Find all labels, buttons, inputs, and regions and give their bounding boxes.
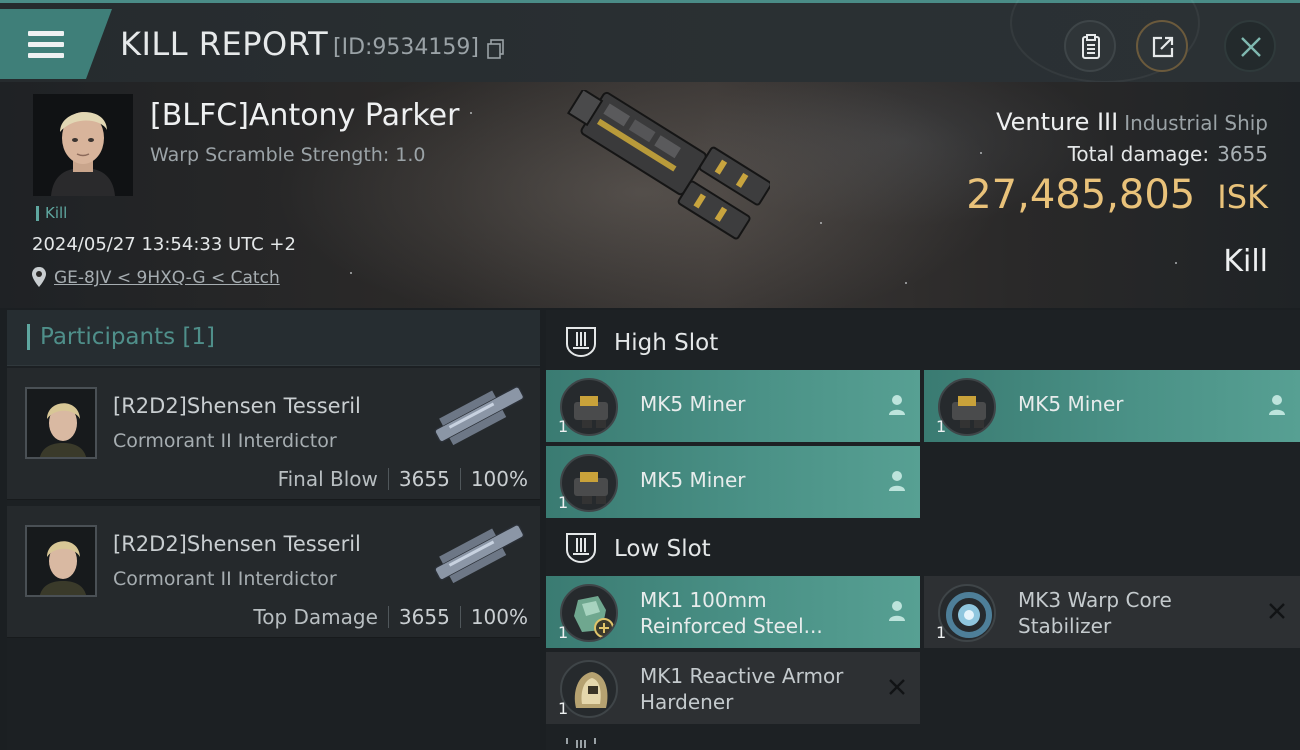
page-title: KILL REPORT bbox=[120, 25, 329, 63]
armor-plate-module-icon bbox=[560, 584, 618, 642]
pilot-icon bbox=[889, 601, 905, 621]
destroyed-x-icon bbox=[889, 679, 905, 695]
victim-ship-render bbox=[566, 90, 770, 240]
clipboard-button[interactable] bbox=[1064, 20, 1116, 72]
copy-icon[interactable] bbox=[487, 39, 505, 59]
share-icon bbox=[1152, 36, 1174, 58]
result-label: Kill bbox=[1223, 244, 1268, 279]
fitting-panel: High Slot 1 MK5 Miner 1 MK5 Miner 1 MK5 … bbox=[546, 310, 1300, 750]
module-quantity: 1 bbox=[558, 417, 569, 436]
participant-name[interactable]: [R2D2]Shensen Tesseril bbox=[113, 532, 361, 556]
victim-summary: [BLFC]Antony Parker Warp Scramble Streng… bbox=[0, 82, 1300, 308]
participants-title: Participants [1] bbox=[27, 324, 215, 350]
warp-core-stabilizer-icon bbox=[938, 584, 996, 642]
ship-class: Industrial Ship bbox=[1124, 111, 1268, 135]
participant-portrait bbox=[27, 527, 95, 595]
total-damage-value: 3655 bbox=[1217, 142, 1268, 166]
module-quantity: 1 bbox=[936, 623, 947, 642]
module-name: MK5 Miner bbox=[640, 468, 746, 492]
hamburger-menu-icon bbox=[28, 31, 64, 61]
armor-hardener-module-icon bbox=[560, 660, 618, 718]
victim-name[interactable]: [BLFC]Antony Parker bbox=[150, 98, 459, 133]
module-card[interactable]: 1 MK1 100mm Reinforced Steel... bbox=[546, 576, 920, 648]
isk-unit: ISK bbox=[1217, 178, 1268, 216]
module-quantity: 1 bbox=[558, 623, 569, 642]
warp-scramble-strength: Warp Scramble Strength: 1.0 bbox=[150, 144, 426, 166]
module-quantity: 1 bbox=[936, 417, 947, 436]
participant-stats: Final Blow 3655 100% bbox=[278, 467, 528, 491]
close-icon bbox=[1241, 37, 1261, 57]
next-section-peek bbox=[546, 738, 1300, 750]
pilot-icon bbox=[1269, 395, 1285, 415]
low-slot-title: Low Slot bbox=[614, 536, 711, 562]
participant-ship-render bbox=[434, 524, 525, 584]
clipboard-icon bbox=[1082, 34, 1100, 59]
module-name-line1: MK1 100mm bbox=[640, 588, 767, 612]
module-name: MK3 Warp Core Stabilizer bbox=[1018, 587, 1172, 639]
pilot-icon bbox=[889, 395, 905, 415]
module-card[interactable]: 1 MK1 Reactive Armor Hardener bbox=[546, 652, 920, 724]
participant-ship: Cormorant II Interdictor bbox=[113, 568, 337, 590]
module-name: MK1 100mm Reinforced Steel... bbox=[640, 587, 823, 639]
participant-damage: 3655 bbox=[398, 605, 450, 629]
final-blow-label: Final Blow bbox=[277, 467, 378, 491]
top-damage-label: Top Damage bbox=[253, 605, 378, 629]
participant-stats: Top Damage 3655 100% bbox=[253, 605, 528, 629]
kill-datetime: 2024/05/27 13:54:33 UTC +2 bbox=[32, 234, 296, 255]
pilot-icon bbox=[889, 471, 905, 491]
module-name-line2: Hardener bbox=[640, 690, 734, 714]
miner-module-icon bbox=[560, 378, 618, 436]
module-quantity: 1 bbox=[558, 493, 569, 512]
location-link[interactable]: GE-8JV < 9HXQ-G < Catch bbox=[54, 268, 280, 288]
module-card[interactable]: 1 MK5 Miner bbox=[924, 370, 1300, 442]
kill-tag: Kill bbox=[36, 206, 67, 221]
module-card[interactable]: 1 MK5 Miner bbox=[546, 370, 920, 442]
module-name: MK5 Miner bbox=[1018, 392, 1124, 416]
module-name-line1: MK1 Reactive Armor bbox=[640, 664, 844, 688]
report-id: [ID:9534159] bbox=[333, 35, 479, 60]
participant-ship: Cormorant II Interdictor bbox=[113, 430, 337, 452]
participant-percent: 100% bbox=[470, 467, 528, 491]
participants-panel: Participants [1] [R2D2]Shensen Tesseril … bbox=[7, 310, 540, 750]
share-button[interactable] bbox=[1136, 20, 1188, 72]
high-slot-icon bbox=[566, 327, 596, 358]
close-button[interactable] bbox=[1224, 20, 1276, 72]
participant-ship-render bbox=[434, 386, 525, 446]
location-pin-icon bbox=[32, 267, 46, 287]
module-name-line2: Stabilizer bbox=[1018, 614, 1112, 638]
participant-portrait bbox=[27, 389, 95, 457]
victim-portrait[interactable] bbox=[33, 94, 133, 196]
module-name: MK1 Reactive Armor Hardener bbox=[640, 663, 843, 715]
total-damage: Total damage: 3655 bbox=[1068, 142, 1268, 166]
miner-module-icon bbox=[560, 454, 618, 512]
module-name-line2: Reinforced Steel... bbox=[640, 614, 823, 638]
victim-ship[interactable]: Venture III Industrial Ship bbox=[996, 108, 1268, 136]
low-slot-header: Low Slot bbox=[546, 520, 1300, 576]
high-slot-header: High Slot bbox=[546, 314, 1300, 370]
high-slot-title: High Slot bbox=[614, 330, 719, 356]
module-card[interactable]: 1 MK3 Warp Core Stabilizer bbox=[924, 576, 1300, 648]
participants-header: Participants [1] bbox=[7, 310, 540, 366]
next-slot-icon bbox=[566, 738, 596, 748]
ship-name: Venture III bbox=[996, 108, 1119, 136]
module-name: MK5 Miner bbox=[640, 392, 746, 416]
total-damage-label: Total damage: bbox=[1067, 142, 1210, 166]
low-slot-icon bbox=[566, 533, 596, 564]
top-bar: KILL REPORT [ID:9534159] bbox=[0, 0, 1300, 83]
participant-row[interactable]: [R2D2]Shensen Tesseril Cormorant II Inte… bbox=[7, 368, 540, 500]
module-quantity: 1 bbox=[558, 699, 569, 718]
participant-row[interactable]: [R2D2]Shensen Tesseril Cormorant II Inte… bbox=[7, 506, 540, 638]
isk-value: 27,485,805 ISK bbox=[966, 172, 1268, 218]
isk-amount: 27,485,805 bbox=[966, 172, 1196, 218]
participant-avatar[interactable] bbox=[25, 387, 97, 459]
participant-name[interactable]: [R2D2]Shensen Tesseril bbox=[113, 394, 361, 418]
participant-percent: 100% bbox=[470, 605, 528, 629]
module-card[interactable]: 1 MK5 Miner bbox=[546, 446, 920, 518]
participant-avatar[interactable] bbox=[25, 525, 97, 597]
miner-module-icon bbox=[938, 378, 996, 436]
menu-button[interactable] bbox=[0, 9, 112, 79]
module-name-line1: MK3 Warp Core bbox=[1018, 588, 1172, 612]
participant-damage: 3655 bbox=[398, 467, 450, 491]
destroyed-x-icon bbox=[1269, 603, 1285, 619]
